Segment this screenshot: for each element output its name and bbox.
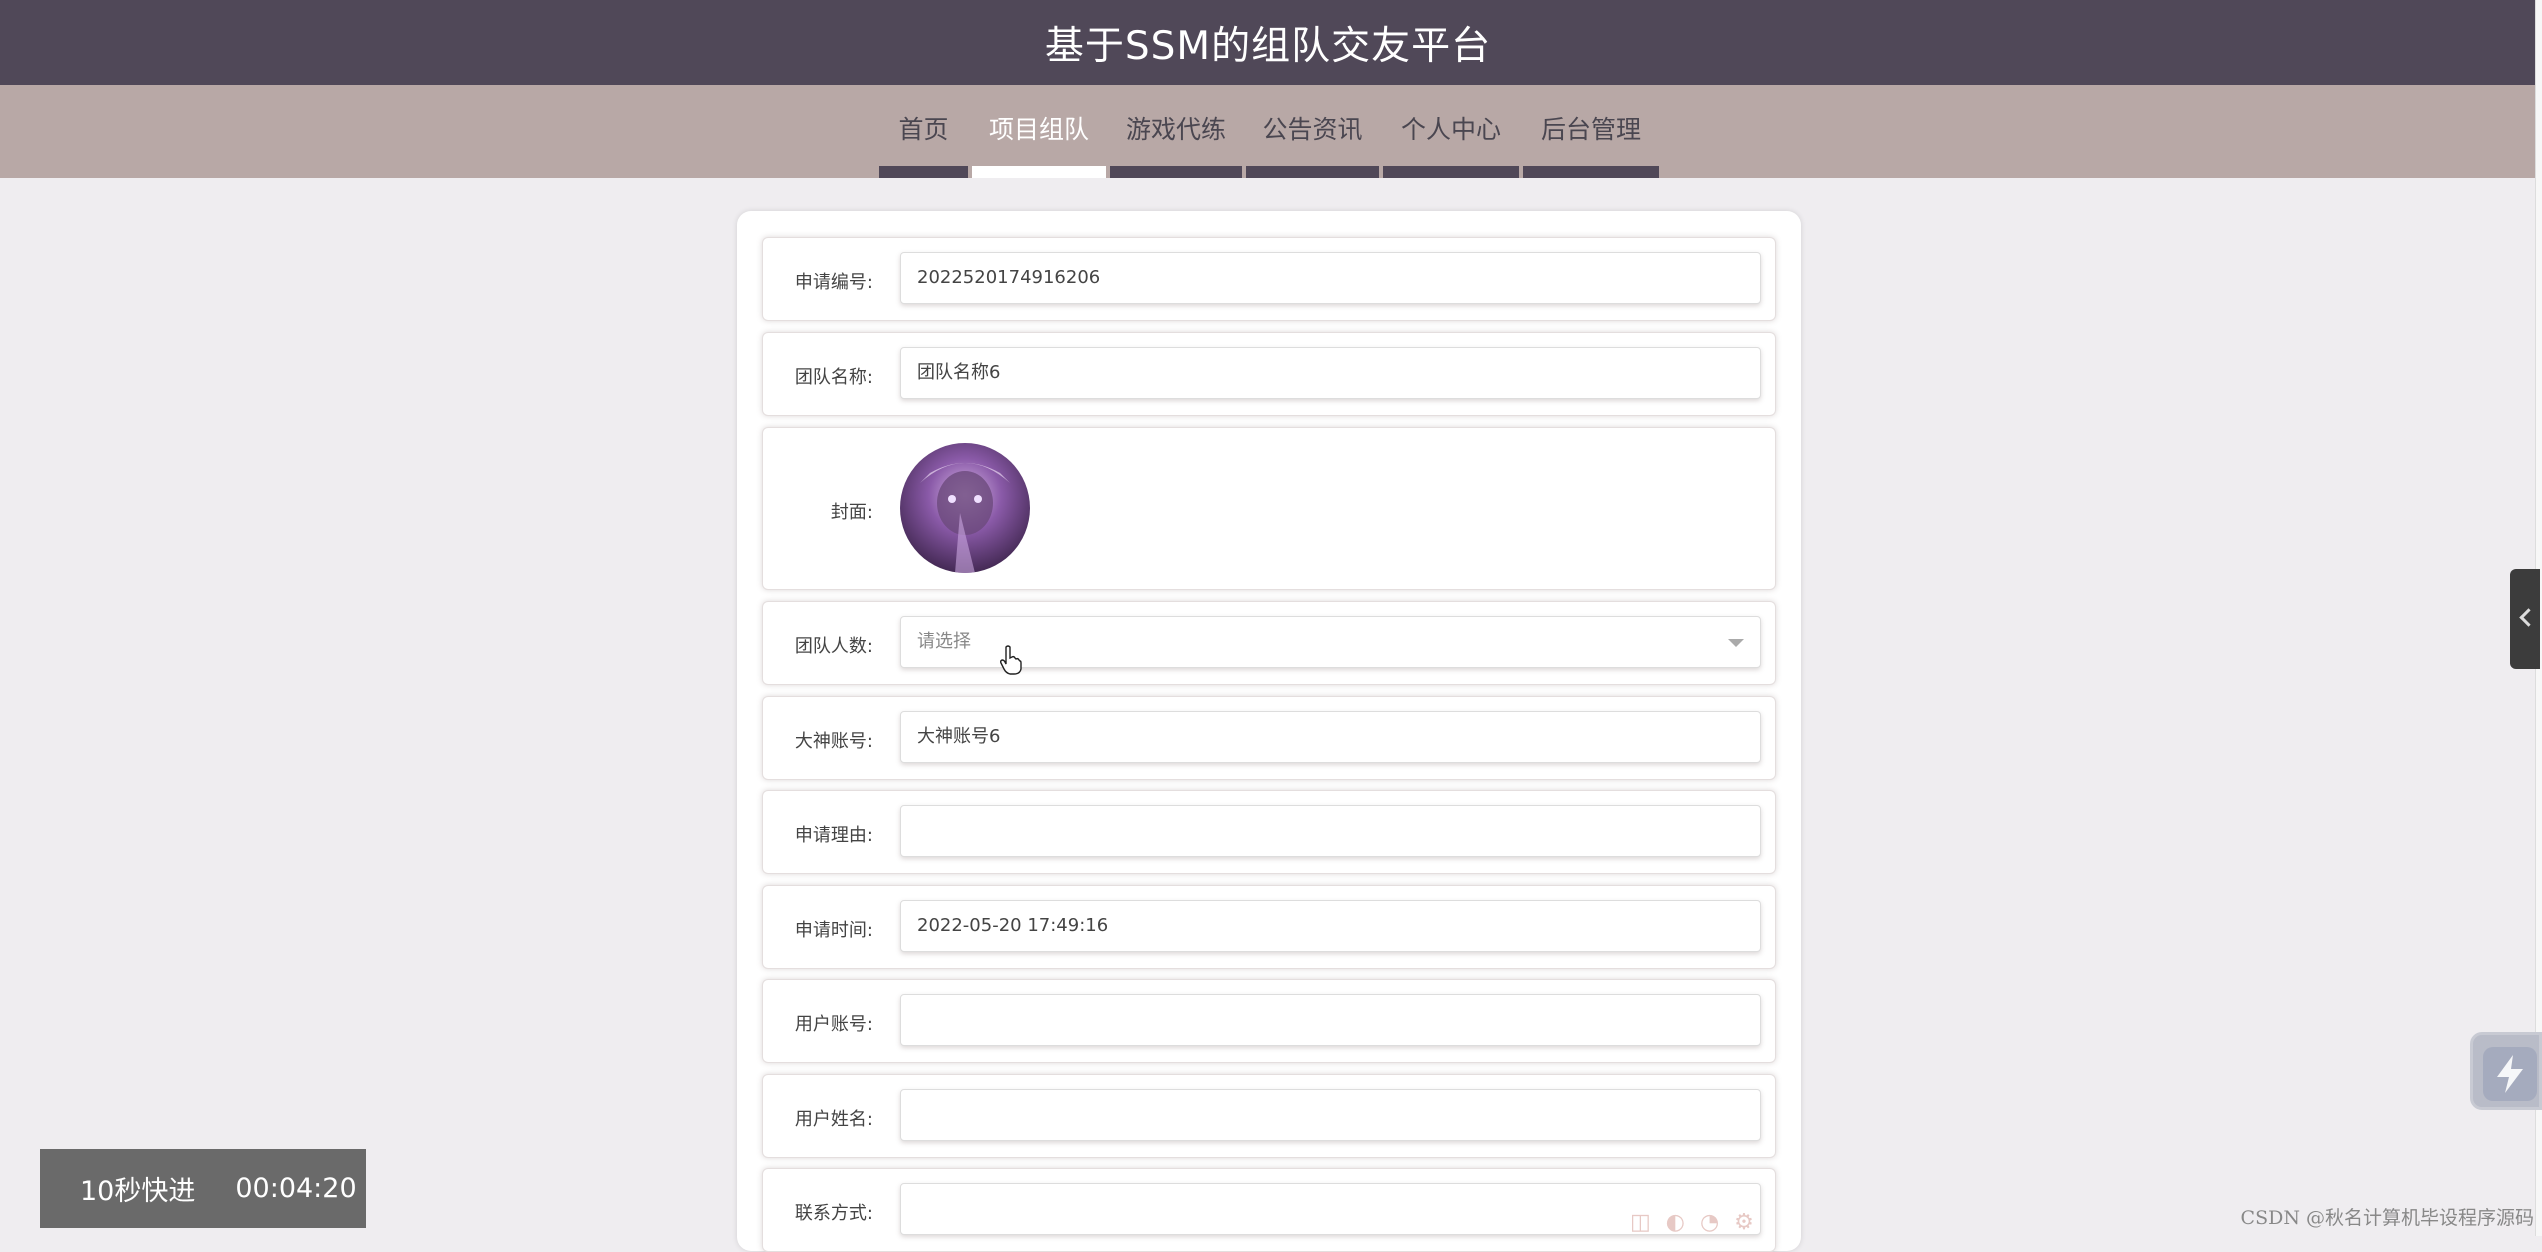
hand-pointer-icon <box>1000 645 1022 675</box>
nav-game-boost[interactable]: 游戏代练 <box>1108 85 1244 178</box>
contact-label: 联系方式: <box>794 1203 873 1224</box>
nav-game-boost-label: 游戏代练 <box>1125 115 1226 144</box>
row-cover: 封面: <box>762 427 1776 590</box>
caret-down-icon <box>1728 639 1744 647</box>
ime-icons-glyphs: ◫ ◐ ◔ ⚙ <box>1630 1210 1758 1235</box>
csdn-watermark: CSDN @秋名计算机毕设程序源码 <box>2240 1207 2534 1229</box>
nav-project-team[interactable]: 项目组队 <box>970 85 1108 178</box>
video-fastforward-overlay: 10秒快进 00:04:20 <box>40 1149 366 1228</box>
row-user-account: 用户账号: <box>762 979 1776 1063</box>
nav-admin[interactable]: 后台管理 <box>1521 85 1661 178</box>
detail-form-panel: 申请编号: 2022520174916206 团队名称: 团队名称6 封面: 团… <box>737 211 1801 1252</box>
user-account-label: 用户账号: <box>794 1014 873 1035</box>
team-size-select[interactable]: 请选择 <box>900 616 1761 668</box>
master-account-field[interactable]: 大神账号6 <box>900 711 1761 763</box>
apply-time-label: 申请时间: <box>794 920 873 941</box>
user-name-field[interactable] <box>900 1089 1761 1141</box>
cover-image <box>900 443 1030 573</box>
team-size-placeholder: 请选择 <box>917 631 971 652</box>
nav-project-team-underline <box>972 166 1106 178</box>
nav-admin-label: 后台管理 <box>1540 115 1641 144</box>
main-nav: 首页 项目组队 游戏代练 公告资讯 个人中心 后台管理 <box>877 85 1661 178</box>
row-master-account: 大神账号: 大神账号6 <box>762 696 1776 780</box>
team-name-label: 团队名称: <box>794 367 873 388</box>
apply-no-label: 申请编号: <box>794 272 873 293</box>
nav-project-team-label: 项目组队 <box>988 115 1089 144</box>
user-account-field[interactable] <box>900 994 1761 1046</box>
side-collapse-tab[interactable] <box>2510 569 2540 669</box>
playback-time: 00:04:20 <box>235 1173 357 1204</box>
cover-label: 封面: <box>830 502 873 523</box>
floating-tool-button[interactable] <box>2470 1032 2542 1110</box>
row-reason: 申请理由: <box>762 790 1776 874</box>
nav-news[interactable]: 公告资讯 <box>1244 85 1381 178</box>
row-team-name: 团队名称: 团队名称6 <box>762 332 1776 416</box>
row-user-name: 用户姓名: <box>762 1074 1776 1158</box>
team-name-field[interactable]: 团队名称6 <box>900 347 1761 399</box>
row-team-size: 团队人数: 请选择 <box>762 601 1776 685</box>
nav-news-underline <box>1246 166 1379 178</box>
nav-profile-label: 个人中心 <box>1400 115 1501 144</box>
reason-field[interactable] <box>900 805 1761 857</box>
row-contact: 联系方式: <box>762 1168 1776 1252</box>
team-size-label: 团队人数: <box>794 636 873 657</box>
nav-profile-underline <box>1383 166 1519 178</box>
nav-home-label: 首页 <box>898 115 949 144</box>
nav-home-underline <box>879 166 968 178</box>
nav-game-boost-underline <box>1110 166 1242 178</box>
site-title: 基于SSM的组队交友平台 <box>1044 23 1492 69</box>
chevron-left-icon <box>2519 608 2538 627</box>
fastforward-label: 10秒快进 <box>80 1176 196 1207</box>
master-account-label: 大神账号: <box>794 731 873 752</box>
reason-label: 申请理由: <box>794 825 873 846</box>
nav-profile[interactable]: 个人中心 <box>1381 85 1521 178</box>
apply-time-field[interactable]: 2022-05-20 17:49:16 <box>900 900 1761 952</box>
row-apply-no: 申请编号: 2022520174916206 <box>762 237 1776 321</box>
user-name-label: 用户姓名: <box>794 1109 873 1130</box>
row-apply-time: 申请时间: 2022-05-20 17:49:16 <box>762 885 1776 969</box>
site-header: 基于SSM的组队交友平台 <box>0 0 2536 85</box>
nav-news-label: 公告资讯 <box>1262 115 1363 144</box>
lightning-icon <box>2483 1047 2537 1101</box>
nav-bar: 首页 项目组队 游戏代练 公告资讯 个人中心 后台管理 <box>0 85 2536 178</box>
nav-home[interactable]: 首页 <box>877 85 970 178</box>
nav-admin-underline <box>1523 166 1659 178</box>
input-method-toolbar: ◫ ◐ ◔ ⚙ <box>1630 1210 1758 1235</box>
apply-no-field[interactable]: 2022520174916206 <box>900 252 1761 304</box>
